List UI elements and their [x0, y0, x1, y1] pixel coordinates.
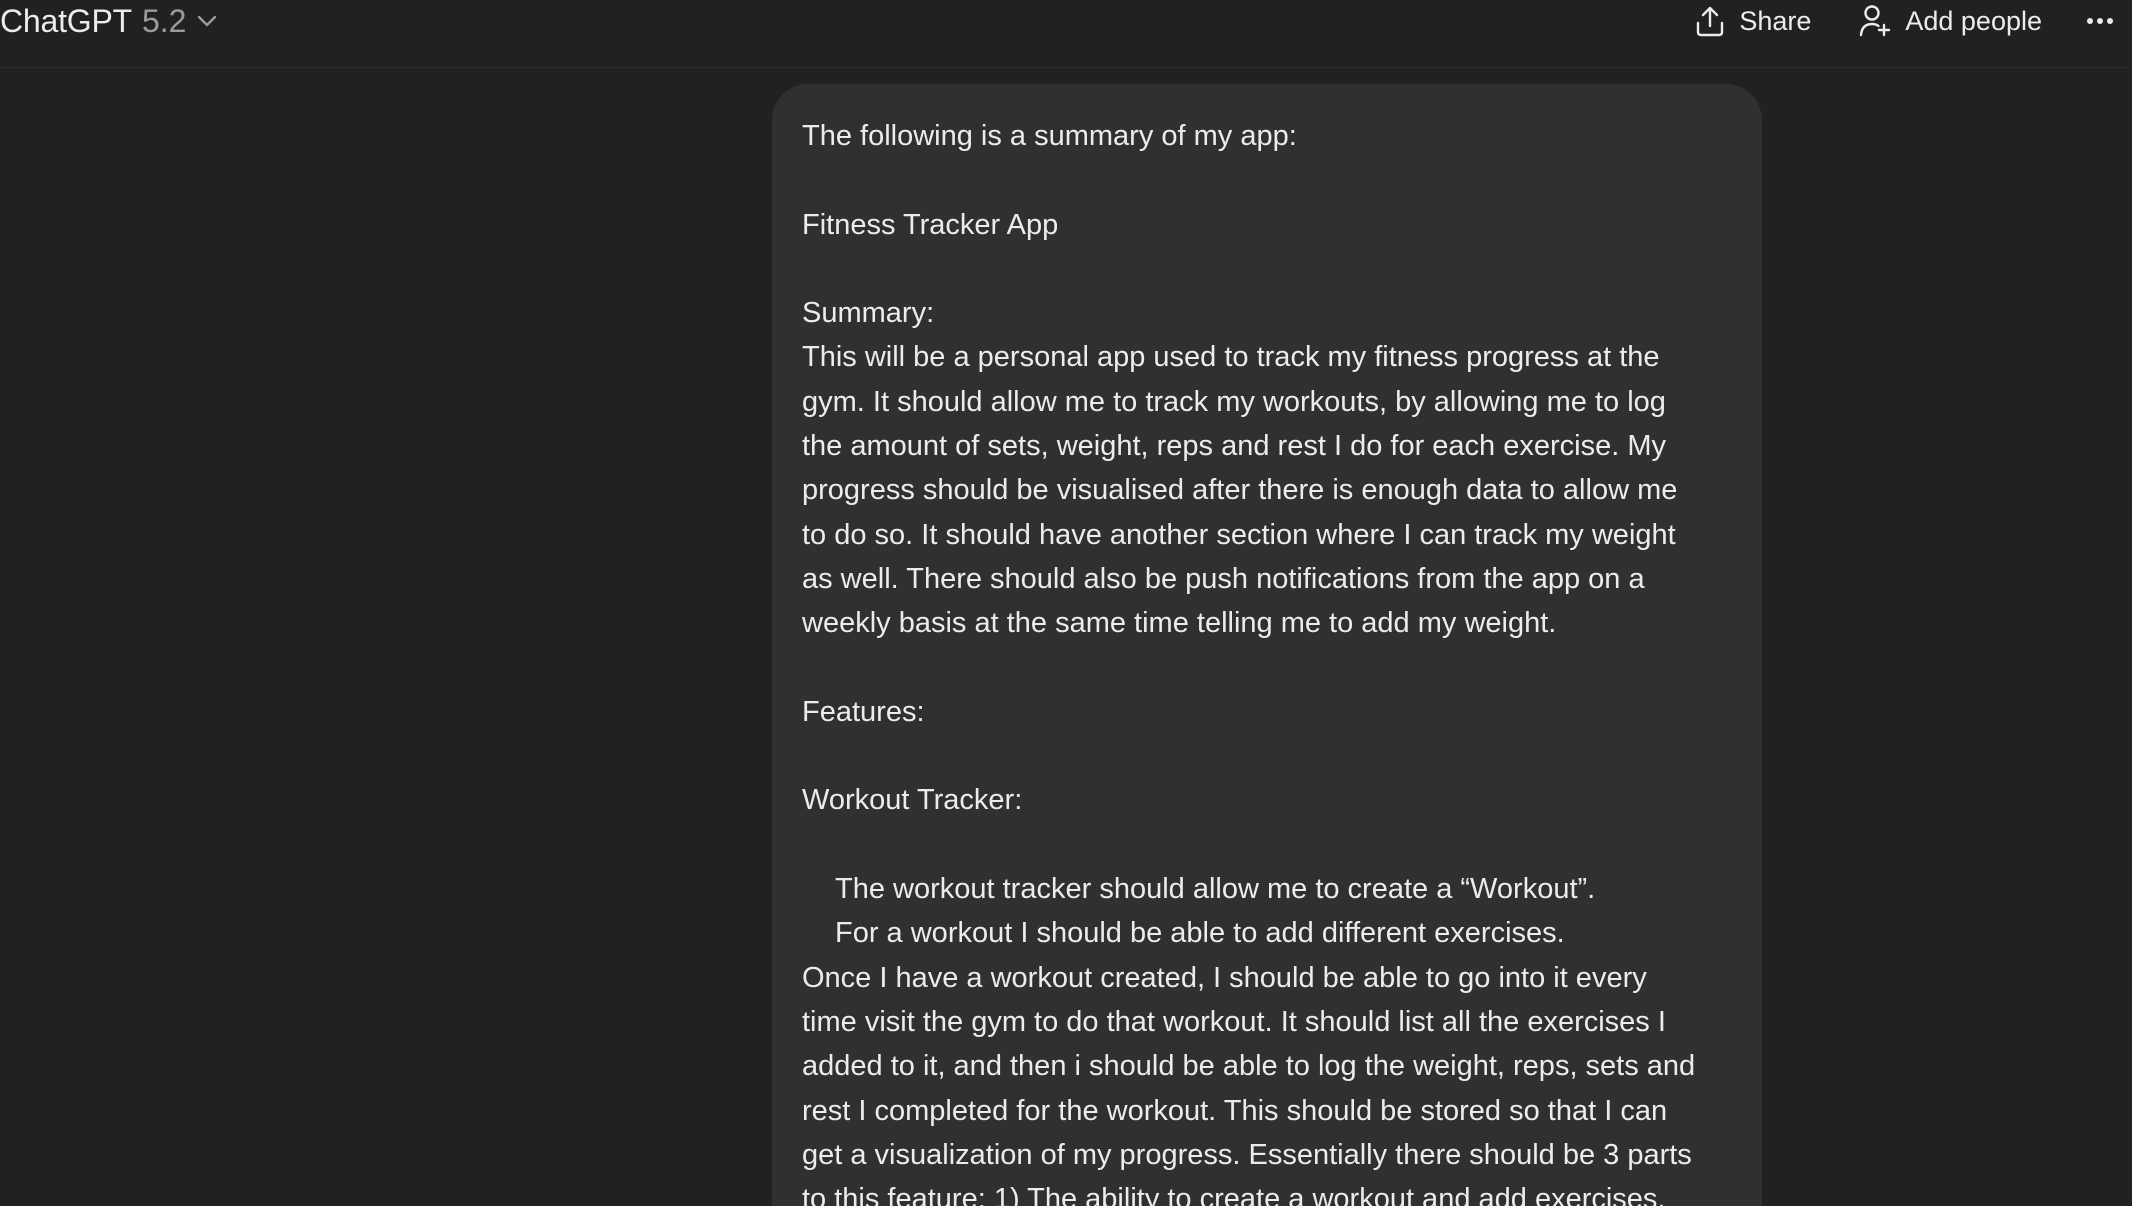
message-line: This will be a personal app used to trac… [802, 341, 1660, 374]
chatgpt-window: ChatGPT 5.2 Share Add people The followi… [0, 0, 2132, 1206]
message-line: progress should be visualised after ther… [802, 474, 1678, 507]
model-name: ChatGPT [0, 2, 132, 39]
message-line: Fitness Tracker App [802, 208, 1059, 241]
message-line: Once I have a workout created, I should … [802, 961, 1647, 994]
chevron-down-icon [196, 10, 218, 32]
message-line: Summary: [802, 297, 935, 330]
message-line [802, 158, 1732, 202]
share-label: Share [1739, 5, 1812, 36]
user-plus-icon [1859, 4, 1891, 38]
add-people-button[interactable]: Add people [1859, 0, 2042, 42]
message-line: The following is a summary of my app: [802, 120, 1297, 152]
ellipsis-icon [2086, 17, 2114, 25]
message-line [802, 247, 1732, 291]
header-actions: Share Add people [1695, 0, 2132, 42]
add-people-label: Add people [1905, 5, 2042, 36]
message-line: added to it, and then i should be able t… [802, 1050, 1696, 1083]
message-line [802, 646, 1732, 690]
top-bar: ChatGPT 5.2 Share Add people [0, 0, 2132, 68]
share-button[interactable]: Share [1695, 0, 1811, 42]
model-version: 5.2 [141, 2, 187, 39]
message-line [802, 734, 1732, 778]
user-message-bubble: The following is a summary of my app: Fi… [772, 84, 1762, 1206]
message-line: the amount of sets, weight, reps and res… [802, 430, 1666, 463]
message-line: gym. It should allow me to track my work… [802, 385, 1666, 418]
model-switcher[interactable]: ChatGPT 5.2 [0, 0, 218, 42]
message-line: to do so. It should have another section… [802, 518, 1676, 551]
message-line: weekly basis at the same time telling me… [802, 607, 1557, 640]
message-line: time visit the gym to do that workout. I… [802, 1005, 1666, 1038]
message-line: Features: [802, 695, 925, 728]
message-line: get a visualization of my progress. Esse… [802, 1138, 1692, 1171]
message-line: For a workout I should be able to add di… [835, 917, 1565, 950]
message-line: as well. There should also be push notif… [802, 562, 1645, 595]
message-line: to this feature: 1) The ability to creat… [802, 1183, 1666, 1206]
message-line: Workout Tracker: [802, 784, 1023, 817]
message-line [802, 823, 1732, 867]
more-options-button[interactable] [2080, 0, 2120, 42]
message-line: rest I completed for the workout. This s… [802, 1094, 1668, 1127]
upload-icon [1695, 5, 1725, 37]
message-line: The workout tracker should allow me to c… [835, 873, 1596, 906]
